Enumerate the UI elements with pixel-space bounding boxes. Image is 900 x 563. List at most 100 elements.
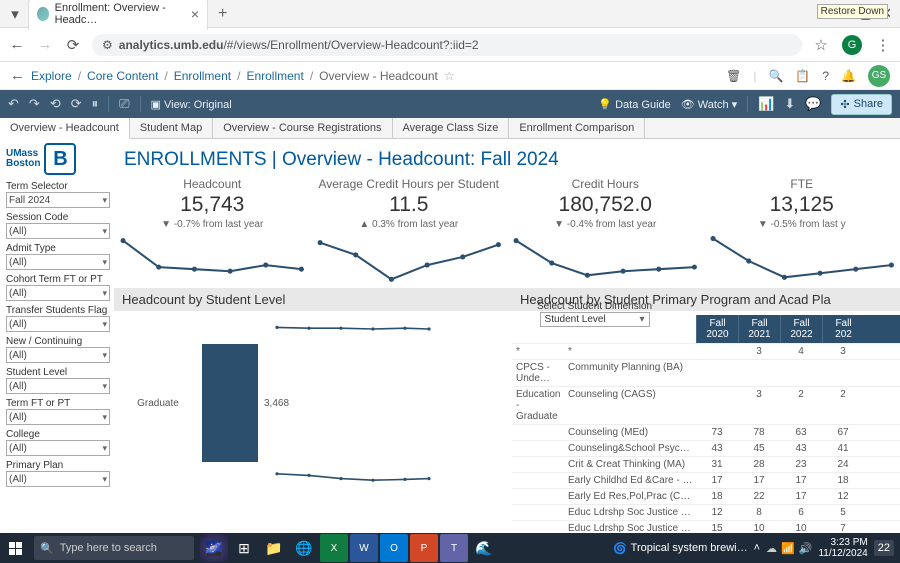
url-path: /#/views/Enrollment/Overview-Headcount?:…	[223, 38, 478, 52]
share-button[interactable]: ✣ Share	[831, 94, 892, 115]
table-row[interactable]: Education - GraduateCounseling (CAGS)322	[512, 386, 900, 424]
powerpoint-icon[interactable]: P	[410, 534, 438, 562]
file-explorer-icon[interactable]: 📁	[260, 534, 288, 562]
start-button[interactable]	[0, 533, 30, 563]
comment-icon[interactable]: 💬	[805, 96, 821, 112]
chrome-icon[interactable]: 🌐	[290, 534, 318, 562]
filter-select[interactable]: (All)	[6, 285, 110, 301]
sheet-tab[interactable]: Enrollment Comparison	[509, 118, 645, 138]
user-avatar[interactable]: GS	[868, 65, 890, 87]
kpi-sparkline	[511, 234, 700, 286]
table-header[interactable]: Fall 2020	[696, 315, 738, 343]
table-row[interactable]: Counseling&School Psych(PhD)43454341	[512, 440, 900, 456]
revert-icon[interactable]: ⟲	[50, 96, 61, 112]
table-row[interactable]: Crit & Creat Thinking (MA)31282324	[512, 456, 900, 472]
help-icon[interactable]: ?	[822, 69, 829, 83]
watch-button[interactable]: 👁 Watch ▾	[681, 98, 737, 111]
cortana-icon[interactable]: 🌌	[200, 534, 228, 562]
filter-select[interactable]: Fall 2024	[6, 192, 110, 208]
profile-avatar[interactable]: G	[842, 35, 862, 55]
dimension-select[interactable]: Student Level	[540, 312, 650, 327]
filter-select[interactable]: (All)	[6, 378, 110, 394]
kpi-card[interactable]: Headcount 15,743 ▼ -0.7% from last year	[114, 177, 311, 286]
task-view-icon[interactable]: ⊞	[230, 534, 258, 562]
undo-icon[interactable]: ↶	[8, 96, 19, 112]
filter-select[interactable]: (All)	[6, 254, 110, 270]
sheet-tab[interactable]: Average Class Size	[393, 118, 510, 138]
menu-icon[interactable]: ⋮	[874, 36, 892, 54]
dashboard-title: ENROLLMENTS | Overview - Headcount: Fall…	[114, 139, 900, 177]
breadcrumb-item[interactable]: Enrollment	[246, 69, 303, 83]
tray-chevron-icon[interactable]: ˄	[754, 542, 760, 554]
favorite-icon[interactable]: ☆	[444, 69, 455, 83]
outlook-icon[interactable]: O	[380, 534, 408, 562]
notification-icon[interactable]: 22	[874, 540, 894, 556]
table-header[interactable]: Fall 2021	[738, 315, 780, 343]
address-bar[interactable]: ⚙ analytics.umb.edu/#/views/Enrollment/O…	[92, 34, 802, 56]
forward-icon[interactable]: →	[36, 36, 54, 53]
sheet-tab[interactable]: Overview - Headcount	[0, 118, 130, 139]
reload-icon[interactable]: ⟳	[64, 36, 82, 54]
close-icon[interactable]: ×	[191, 6, 199, 22]
wifi-icon[interactable]: 📶	[781, 542, 795, 555]
kpi-label: Credit Hours	[511, 177, 700, 191]
new-tab-button[interactable]: +	[212, 5, 233, 23]
kpi-card[interactable]: FTE 13,125 ▼ -0.5% from last y	[704, 177, 900, 286]
redo-icon[interactable]: ↷	[29, 96, 40, 112]
kpi-card[interactable]: Average Credit Hours per Student 11.5 ▲ …	[311, 177, 508, 286]
table-row[interactable]: Educ Ldrshp Soc Justice (CAGS)12865	[512, 504, 900, 520]
table-row[interactable]: Early Ed Res,Pol,Prac (CERT)18221712	[512, 488, 900, 504]
table-row[interactable]: CPCS - Unde…Community Planning (BA)	[512, 359, 900, 386]
news-widget[interactable]: 🌀 Tropical system brewi…	[613, 542, 748, 555]
volume-icon[interactable]: 🔊	[799, 542, 813, 555]
kpi-card[interactable]: Credit Hours 180,752.0 ▼ -0.4% from last…	[507, 177, 704, 286]
table-row[interactable]: Educ Ldrshp Soc Justice (MEd)1510107	[512, 520, 900, 532]
pause-icon[interactable]: ⏸	[92, 96, 99, 112]
teams-icon[interactable]: T	[440, 534, 468, 562]
device-icon[interactable]: ⎚	[119, 96, 129, 112]
breadcrumb-item[interactable]: Core Content	[87, 69, 158, 83]
bookmark-icon[interactable]: ☆	[812, 36, 830, 54]
table-row[interactable]: Early Childhd Ed &Care - PhD17171718	[512, 472, 900, 488]
filter-select[interactable]: (All)	[6, 471, 110, 487]
level-bar-value: 3,468	[264, 398, 289, 409]
taskbar-search[interactable]: 🔍 Type here to search	[34, 536, 194, 560]
list-icon[interactable]: 📋	[795, 69, 810, 83]
refresh-icon[interactable]: ⟳	[71, 96, 82, 112]
sheet-tab[interactable]: Overview - Course Registrations	[213, 118, 392, 138]
data-guide-button[interactable]: 💡 Data Guide	[598, 98, 670, 111]
edge-icon[interactable]: 🌊	[470, 534, 498, 562]
table-row[interactable]: Counseling (MEd)73786367	[512, 424, 900, 440]
filter-label: Student Level	[6, 367, 110, 378]
filter-select[interactable]: (All)	[6, 347, 110, 363]
search-icon[interactable]: 🔍	[768, 69, 783, 83]
program-table[interactable]: Fall 2020 Fall 2021 Fall 2022 Fall 202 *…	[512, 315, 900, 532]
excel-icon[interactable]: X	[320, 534, 348, 562]
table-header[interactable]: Fall 202	[822, 315, 864, 343]
metrics-icon[interactable]: 📊	[758, 96, 774, 112]
download-icon[interactable]: ⬇	[784, 96, 795, 112]
trash-icon[interactable]: 🗑	[726, 69, 741, 83]
view-original[interactable]: ▣ View: Original	[151, 98, 232, 111]
site-settings-icon[interactable]: ⚙	[102, 38, 113, 52]
filter-label: Session Code	[6, 212, 110, 223]
table-row[interactable]: **343	[512, 343, 900, 359]
breadcrumb-item[interactable]: Explore	[31, 69, 72, 83]
filter-select[interactable]: (All)	[6, 316, 110, 332]
logo-b-icon: B	[44, 143, 76, 175]
filter-select[interactable]: (All)	[6, 223, 110, 239]
browser-tab[interactable]: Enrollment: Overview - Headc… ×	[28, 0, 208, 30]
filter-select[interactable]: (All)	[6, 440, 110, 456]
filter-select[interactable]: (All)	[6, 409, 110, 425]
clock[interactable]: 3:23 PM 11/12/2024	[818, 537, 867, 559]
breadcrumb-back-icon[interactable]: ←	[10, 67, 25, 84]
breadcrumb-item[interactable]: Enrollment	[174, 69, 231, 83]
onedrive-icon[interactable]: ☁	[766, 542, 777, 555]
table-header[interactable]: Fall 2022	[780, 315, 822, 343]
sheet-tab[interactable]: Student Map	[130, 118, 213, 138]
tab-dropdown-icon[interactable]: ▾	[6, 5, 24, 23]
headcount-level-chart[interactable]: Graduate 3,468	[114, 311, 512, 485]
bell-icon[interactable]: 🔔	[841, 69, 856, 83]
back-icon[interactable]: ←	[8, 36, 26, 53]
word-icon[interactable]: W	[350, 534, 378, 562]
